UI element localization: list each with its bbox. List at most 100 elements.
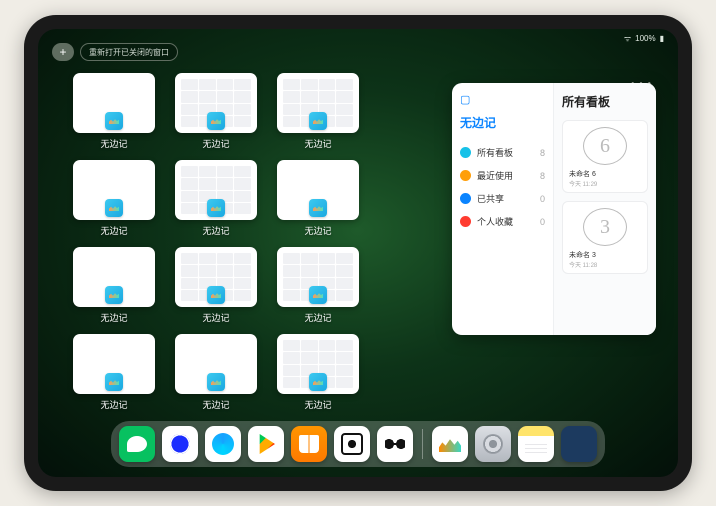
sidebar-item[interactable]: 所有看板 8: [460, 141, 545, 164]
window-label: 无边记: [100, 398, 127, 411]
window-label: 无边记: [100, 311, 127, 324]
board-name: 未命名 6: [569, 169, 596, 179]
screen: ᯤ 100% ▮ + 重新打开已关闭的窗口 • • • 无边记无边记无边记无边记…: [38, 29, 678, 477]
window-thumbnail: [73, 247, 155, 307]
dock-library-icon[interactable]: [561, 426, 597, 462]
dock-wechat-icon[interactable]: [119, 426, 155, 462]
window-label: 无边记: [304, 311, 331, 324]
status-bar: ᯤ 100% ▮: [624, 33, 664, 44]
sidebar-item-count: 8: [540, 171, 545, 181]
battery-icon: ▮: [660, 34, 664, 43]
window-card[interactable]: 无边记: [72, 73, 156, 150]
window-card[interactable]: 无边记: [174, 247, 258, 324]
battery-text: 100%: [635, 34, 655, 43]
freeform-app-badge-icon: [309, 199, 327, 217]
sidebar-item-label: 所有看板: [477, 146, 534, 159]
freeform-app-badge-icon: [207, 286, 225, 304]
sidebar-toggle-icon[interactable]: ▢: [460, 93, 545, 106]
window-thumbnail: [175, 160, 257, 220]
window-label: 无边记: [202, 311, 229, 324]
dock-freeform-icon[interactable]: [432, 426, 468, 462]
sidebar-item-icon: [460, 216, 471, 227]
sidebar-item-icon: [460, 147, 471, 158]
window-thumbnail: [73, 73, 155, 133]
board-preview: 6: [583, 127, 627, 165]
window-thumbnail: [175, 73, 257, 133]
panel-app-title: 无边记: [460, 114, 545, 131]
window-thumbnail: [277, 247, 359, 307]
dock-dot-icon[interactable]: [334, 426, 370, 462]
window-label: 无边记: [304, 398, 331, 411]
wifi-icon: ᯤ: [624, 33, 631, 44]
freeform-app-badge-icon: [207, 373, 225, 391]
sidebar-item-count: 8: [540, 148, 545, 158]
freeform-app-badge-icon: [105, 199, 123, 217]
dock-separator: [422, 429, 423, 459]
board-name: 未命名 3: [569, 250, 596, 260]
window-card[interactable]: 无边记: [174, 160, 258, 237]
window-label: 无边记: [304, 137, 331, 150]
window-thumbnail: [277, 73, 359, 133]
window-label: 无边记: [202, 137, 229, 150]
freeform-app-badge-icon: [105, 373, 123, 391]
window-label: 无边记: [202, 398, 229, 411]
freeform-app-badge-icon: [207, 199, 225, 217]
dock-settings-icon[interactable]: [475, 426, 511, 462]
window-card[interactable]: 无边记: [276, 160, 360, 237]
sidebar-item-label: 最近使用: [477, 169, 534, 182]
board-tile[interactable]: 6 未命名 6今天 11:29: [562, 120, 648, 193]
sidebar-item-label: 已共享: [477, 192, 534, 205]
board-timestamp: 今天 11:29: [569, 179, 597, 188]
window-thumbnail: [277, 160, 359, 220]
freeform-app-badge-icon: [207, 112, 225, 130]
window-card[interactable]: 无边记: [72, 334, 156, 411]
top-controls: + 重新打开已关闭的窗口: [52, 43, 178, 61]
sidebar-item[interactable]: 最近使用 8: [460, 164, 545, 187]
window-thumbnail: [73, 160, 155, 220]
window-card[interactable]: 无边记: [276, 247, 360, 324]
app-switcher-grid: 无边记无边记无边记无边记无边记无边记无边记无边记无边记无边记无边记无边记: [72, 73, 360, 411]
board-preview: 3: [583, 208, 627, 246]
window-label: 无边记: [202, 224, 229, 237]
window-card[interactable]: 无边记: [276, 73, 360, 150]
window-label: 无边记: [100, 224, 127, 237]
window-thumbnail: [175, 334, 257, 394]
panel-content-title: 所有看板: [562, 93, 648, 110]
freeform-app-badge-icon: [309, 373, 327, 391]
reopen-closed-window-button[interactable]: 重新打开已关闭的窗口: [80, 43, 178, 61]
dock-books-icon[interactable]: [291, 426, 327, 462]
freeform-app-badge-icon: [309, 112, 327, 130]
sidebar-item-count: 0: [540, 217, 545, 227]
dock-joy-icon[interactable]: [377, 426, 413, 462]
sidebar-item[interactable]: 已共享 0: [460, 187, 545, 210]
window-card[interactable]: 无边记: [174, 334, 258, 411]
freeform-app-badge-icon: [105, 112, 123, 130]
board-timestamp: 今天 11:28: [569, 260, 597, 269]
sidebar-item-count: 0: [540, 194, 545, 204]
sidebar-item-label: 个人收藏: [477, 215, 534, 228]
sidebar-item-icon: [460, 193, 471, 204]
freeform-app-badge-icon: [309, 286, 327, 304]
ipad-frame: ᯤ 100% ▮ + 重新打开已关闭的窗口 • • • 无边记无边记无边记无边记…: [24, 15, 692, 491]
dock-play-icon[interactable]: [248, 426, 284, 462]
new-window-button[interactable]: +: [52, 43, 74, 61]
sidebar-item[interactable]: 个人收藏 0: [460, 210, 545, 233]
dock: [111, 421, 605, 467]
window-card[interactable]: 无边记: [174, 73, 258, 150]
freeform-panel: ▢ 无边记 所有看板8最近使用8已共享0个人收藏0 所有看板 6未命名 6今天 …: [452, 83, 656, 335]
dock-notes-icon[interactable]: [518, 426, 554, 462]
sidebar-item-icon: [460, 170, 471, 181]
window-thumbnail: [175, 247, 257, 307]
window-card[interactable]: 无边记: [276, 334, 360, 411]
window-thumbnail: [73, 334, 155, 394]
board-tile[interactable]: 3 未命名 3今天 11:28: [562, 201, 648, 274]
panel-sidebar: ▢ 无边记 所有看板 8 最近使用 8 已共享 0 个人收藏 0: [452, 83, 554, 335]
freeform-app-badge-icon: [105, 286, 123, 304]
dock-qqbrowser-icon[interactable]: [205, 426, 241, 462]
window-card[interactable]: 无边记: [72, 160, 156, 237]
window-label: 无边记: [100, 137, 127, 150]
window-label: 无边记: [304, 224, 331, 237]
window-card[interactable]: 无边记: [72, 247, 156, 324]
window-thumbnail: [277, 334, 359, 394]
dock-quark-icon[interactable]: [162, 426, 198, 462]
